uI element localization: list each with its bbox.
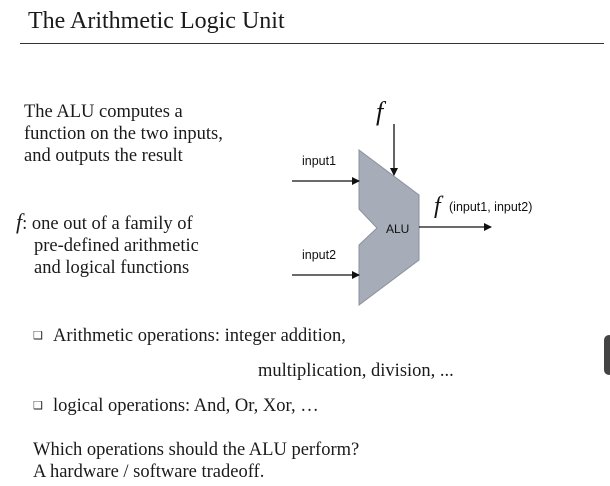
- right-edge-control[interactable]: [604, 335, 610, 375]
- intro-line: and outputs the result: [24, 146, 183, 166]
- function-description: f: one out of a family of pre-defined ar…: [16, 211, 199, 279]
- output-f-label: f: [434, 193, 444, 219]
- f-description-first: : one out of a family of: [22, 214, 193, 234]
- bullet-text: Arithmetic operations: integer addition,: [53, 326, 346, 346]
- f-description-line: pre-defined arithmetic: [34, 236, 199, 256]
- alu-label: ALU: [386, 222, 409, 236]
- f-control-label: f: [376, 97, 387, 126]
- input1-label: input1: [302, 154, 336, 168]
- bullet-arithmetic-continuation: multiplication, division, ...: [258, 361, 454, 381]
- bullet-text: logical operations: And, Or, Xor, …: [53, 396, 319, 416]
- alu-diagram: ALU f input1 input2 f (input1, input2): [292, 97, 532, 306]
- f-description-line: and logical functions: [34, 258, 190, 278]
- title-underline: [20, 43, 604, 44]
- input2-label: input2: [302, 248, 336, 262]
- intro-line: function on the two inputs,: [24, 124, 223, 144]
- intro-text: The ALU computes a function on the two i…: [24, 101, 223, 167]
- intro-line: The ALU computes a: [24, 102, 183, 122]
- question-text: Which operations should the ALU perform?…: [33, 439, 359, 483]
- bullet-logical: ❑ logical operations: And, Or, Xor, …: [33, 396, 319, 417]
- bullet-arithmetic: ❑ Arithmetic operations: integer addition…: [33, 326, 346, 347]
- bullet-box-icon: ❑: [33, 330, 43, 342]
- question-line: Which operations should the ALU perform?: [33, 440, 360, 460]
- bullet-box-icon: ❑: [33, 400, 43, 412]
- question-line: A hardware / software tradeoff.: [33, 462, 265, 482]
- slide-title: The Arithmetic Logic Unit: [28, 8, 285, 34]
- output-args-label: (input1, input2): [449, 200, 532, 214]
